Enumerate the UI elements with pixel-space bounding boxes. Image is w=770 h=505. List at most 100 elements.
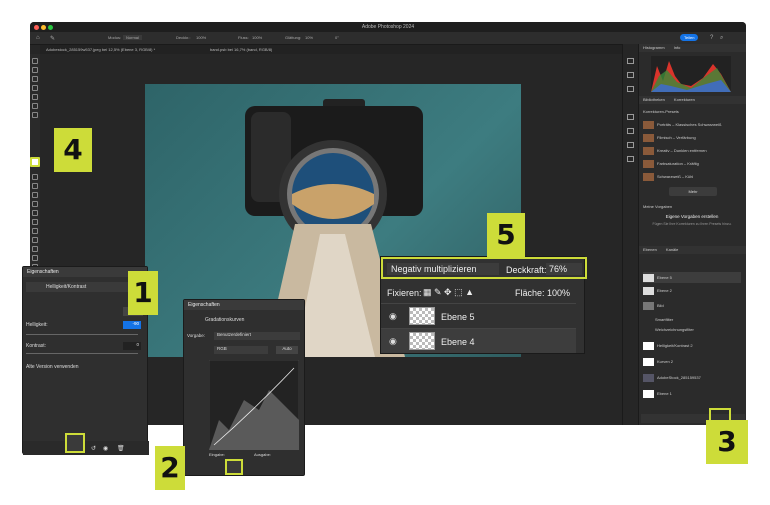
lasso-tool-icon[interactable] <box>32 76 38 82</box>
clip-to-layer-button-highlight[interactable] <box>65 433 85 453</box>
marquee-tool-icon[interactable] <box>32 67 38 73</box>
eraser-tool-icon[interactable] <box>32 192 38 198</box>
corrections-tab[interactable]: Korrekturen <box>674 97 695 102</box>
visibility-icon[interactable]: ◉ <box>103 445 108 452</box>
eye-icon[interactable]: ◉ <box>389 336 397 347</box>
mode-select[interactable]: Normal <box>123 35 142 40</box>
share-button[interactable]: Teilen <box>680 34 699 41</box>
layer-row[interactable]: Ebene 1 <box>643 388 741 399</box>
preset-item[interactable]: Farbsaturation – Kräftig <box>643 158 741 169</box>
healing-tool-icon[interactable] <box>32 112 38 118</box>
stamp-tool-icon[interactable] <box>32 174 38 180</box>
brush-tool-icon[interactable]: ✎ <box>50 35 55 42</box>
preset-item[interactable]: Schwarzweiß – Kühl <box>643 171 741 182</box>
brightness-label: Helligkeit: <box>26 322 48 328</box>
title-bar: Adobe Photoshop 2024 <box>30 22 746 32</box>
eyedropper-tool-icon[interactable] <box>32 103 38 109</box>
presets-header[interactable]: Korrekturen-Presets <box>643 106 741 117</box>
paths-panel-icon[interactable] <box>627 128 634 134</box>
channel-select[interactable]: RGB <box>214 346 268 354</box>
opacity-value[interactable]: 100% <box>196 35 206 40</box>
preset-item[interactable]: Filmisch – Verfärbung <box>643 132 741 143</box>
preset-item[interactable]: Kreativ – Dunklen entfernen <box>643 145 741 156</box>
layers-tabs: Ebenen Kanäle <box>639 246 746 254</box>
legacy-checkbox[interactable]: Alte Version verwenden <box>26 364 79 370</box>
curves-auto-button[interactable]: Auto <box>276 346 298 354</box>
history-panel-icon[interactable] <box>627 58 634 64</box>
layer-name: Ebene 5 <box>441 312 475 322</box>
layer-row[interactable]: AdobeStock_285159537 <box>643 372 741 383</box>
layer-row[interactable]: Ebene 2 <box>643 285 741 296</box>
blur-tool-icon[interactable] <box>32 210 38 216</box>
layers-tab[interactable]: Ebenen <box>643 247 657 252</box>
layer-row[interactable]: Helligkeit/Kontrast 2 <box>643 340 741 351</box>
document-tab-2[interactable]: band.psb bei 16,7% (band, RGB/8) <box>210 45 272 54</box>
help-icon[interactable]: ? <box>710 35 713 41</box>
step-badge-4: 4 <box>54 128 92 172</box>
actions-panel-icon[interactable] <box>627 72 634 78</box>
close-window-icon[interactable] <box>34 25 39 30</box>
character-panel-icon[interactable] <box>627 142 634 148</box>
contrast-value[interactable]: 0 <box>123 342 141 350</box>
contrast-slider[interactable] <box>26 353 138 354</box>
histogram-tab[interactable]: Histogramm <box>643 45 665 50</box>
step-badge-3: 3 <box>706 420 748 464</box>
angle-value[interactable]: 0° <box>335 35 339 40</box>
color-panel-icon[interactable] <box>627 86 634 92</box>
curves-adjustment-name: Gradationskurven <box>205 317 245 323</box>
pen-tool-icon[interactable] <box>32 228 38 234</box>
flow-value[interactable]: 100% <box>252 35 262 40</box>
layer-row[interactable]: Weichzeichnungsfilter <box>643 324 741 335</box>
document-tab-1[interactable]: Adobestock_285159w537.jpeg bei 12,5% (Eb… <box>46 45 155 54</box>
crop-tool-icon[interactable] <box>32 94 38 100</box>
type-tool-icon[interactable] <box>32 237 38 243</box>
more-button[interactable]: Mehr <box>669 187 717 196</box>
gradient-tool-icon[interactable] <box>32 201 38 207</box>
step-badge-2: 2 <box>155 446 185 490</box>
dodge-tool-icon[interactable] <box>32 219 38 225</box>
paragraph-panel-icon[interactable] <box>627 156 634 162</box>
brush-tool-highlighted-icon[interactable] <box>30 157 40 167</box>
curves-graph[interactable] <box>209 360 299 450</box>
brightness-slider[interactable] <box>26 334 138 335</box>
channels-tab[interactable]: Kanäle <box>666 247 678 252</box>
my-presets-header[interactable]: Meine Vorgaben <box>643 201 741 212</box>
libraries-tab[interactable]: Bibliotheken <box>643 97 665 102</box>
own-presets-text: Fügen Sie Ihre Korrekturen zu Ihren Pres… <box>652 222 732 226</box>
path-select-tool-icon[interactable] <box>32 246 38 252</box>
layer-thumbnail <box>409 307 435 325</box>
move-tool-icon[interactable] <box>32 58 38 64</box>
brightness-value[interactable]: -90 <box>123 321 141 329</box>
lock-icons[interactable]: ▦ ✎ ✥ ⬚ ▲ <box>423 287 474 298</box>
corrections-tabs: Bibliotheken Korrekturen <box>639 96 746 104</box>
blend-mode-select[interactable]: Negativ multiplizieren <box>387 263 499 275</box>
layer-row[interactable]: ◉ Ebene 4 <box>381 328 576 353</box>
eye-icon[interactable]: ◉ <box>389 311 397 322</box>
right-panel-dock: Histogramm Info Bibliotheken Korrekturen… <box>638 44 746 425</box>
opacity-label: Deckkr.: <box>176 35 191 40</box>
reset-icon[interactable]: ↺ <box>91 445 96 452</box>
layer-thumbnail <box>409 332 435 350</box>
opacity-input[interactable]: 76% <box>546 263 582 275</box>
curves-clip-button-highlight[interactable] <box>225 459 243 475</box>
zoom-window-icon[interactable] <box>48 25 53 30</box>
preset-select[interactable]: Benutzerdefiniert <box>214 332 300 340</box>
brushes-panel-icon[interactable] <box>627 114 634 120</box>
fill-input[interactable]: 100% <box>547 288 570 298</box>
info-tab[interactable]: Info <box>674 45 681 50</box>
trash-icon[interactable]: 🗑 <box>117 445 125 452</box>
preset-item[interactable]: Porträts – Klassisches Schwarzweiß <box>643 119 741 130</box>
layer-row[interactable]: Ebene 5 <box>643 272 741 283</box>
layer-row[interactable]: Bild <box>643 300 741 311</box>
shape-tool-icon[interactable] <box>32 255 38 261</box>
home-icon[interactable]: ⌂ <box>36 35 40 41</box>
minimize-window-icon[interactable] <box>41 25 46 30</box>
smoothing-label: Glättung: <box>285 35 302 40</box>
search-icon[interactable]: ⌕ <box>720 35 723 42</box>
smoothing-value[interactable]: 10% <box>305 35 313 40</box>
layer-row[interactable]: ◉ Ebene 5 <box>381 303 576 328</box>
layer-row[interactable]: Kurven 2 <box>643 356 741 367</box>
select-tool-icon[interactable] <box>32 85 38 91</box>
history-brush-icon[interactable] <box>32 183 38 189</box>
own-presets-title: Eigene Vorgaben erstellen <box>665 214 719 219</box>
